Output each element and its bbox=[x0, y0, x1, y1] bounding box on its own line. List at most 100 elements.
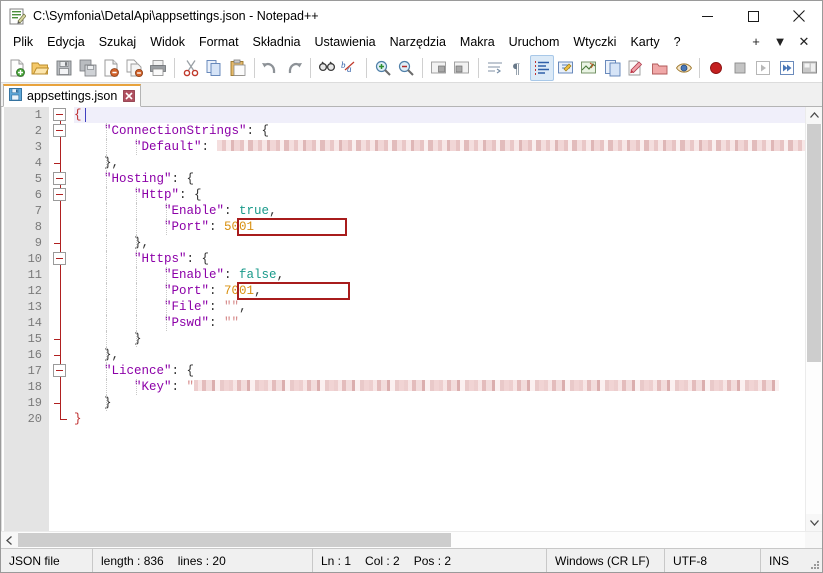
fold-toggle-box[interactable] bbox=[53, 252, 66, 265]
line-number: 8 bbox=[34, 220, 42, 234]
menu-item-skladnia[interactable]: Składnia bbox=[246, 32, 308, 53]
macro-play-icon[interactable] bbox=[751, 55, 775, 81]
macro-save-icon[interactable] bbox=[799, 55, 823, 81]
menu-item-help[interactable]: ? bbox=[667, 32, 688, 53]
print-icon[interactable] bbox=[146, 55, 170, 81]
vertical-scroll-thumb[interactable] bbox=[807, 124, 821, 362]
line-numbers: 1 2 3 4 5 6 7 8 9 10 11 12 13 14 15 16 17 18 19 20 bbox=[2, 107, 49, 427]
token-str: " bbox=[186, 380, 195, 394]
line-number: 17 bbox=[27, 364, 42, 378]
token-punct: : bbox=[224, 204, 240, 218]
close-all-files-icon[interactable] bbox=[123, 55, 147, 81]
token-punct: : bbox=[209, 220, 225, 234]
code-line: "Port": 7001, bbox=[74, 283, 805, 299]
cut-icon[interactable] bbox=[179, 55, 203, 81]
saved-file-icon bbox=[9, 88, 22, 104]
macro-stop-icon[interactable] bbox=[728, 55, 752, 81]
fold-end-tick bbox=[54, 355, 60, 356]
line-number-gutter: 1 2 3 4 5 6 7 8 9 10 11 12 13 14 15 16 17 18 19 20 bbox=[2, 107, 49, 531]
folder-as-workspace-icon[interactable] bbox=[625, 55, 649, 81]
vertical-scrollbar[interactable] bbox=[805, 107, 822, 531]
menu-item-wtyczki[interactable]: Wtyczki bbox=[566, 32, 623, 53]
sync-horizontal-scroll-icon[interactable] bbox=[451, 55, 475, 81]
fold-toggle-box[interactable] bbox=[53, 364, 66, 377]
monitoring-icon[interactable] bbox=[648, 55, 672, 81]
status-col: Col : 2 bbox=[365, 553, 400, 568]
menu-item-karty[interactable]: Karty bbox=[623, 32, 666, 53]
menu-item-plik[interactable]: Plik bbox=[6, 32, 40, 53]
menu-item-uruchom[interactable]: Uruchom bbox=[502, 32, 567, 53]
minimize-button[interactable] bbox=[684, 1, 730, 31]
paste-icon[interactable] bbox=[226, 55, 250, 81]
function-list-icon[interactable] bbox=[601, 55, 625, 81]
code-content[interactable]: { "ConnectionStrings": { "Default": }, "… bbox=[71, 107, 805, 531]
editor-scroll-view[interactable]: 1 2 3 4 5 6 7 8 9 10 11 12 13 14 15 16 17 18 19 20 { "Conne… bbox=[2, 107, 805, 531]
redo-icon[interactable] bbox=[282, 55, 306, 81]
scroll-up-icon[interactable] bbox=[806, 107, 822, 124]
menu-item-szukaj[interactable]: Szukaj bbox=[92, 32, 144, 53]
vertical-scroll-track[interactable] bbox=[806, 124, 822, 514]
token-punct: : bbox=[224, 268, 240, 282]
save-icon[interactable] bbox=[52, 55, 76, 81]
line-number: 15 bbox=[27, 332, 42, 346]
maximize-button[interactable] bbox=[730, 1, 776, 31]
menu-right-controls: + ▼ ✕ bbox=[744, 34, 822, 50]
fold-margin[interactable] bbox=[49, 107, 71, 531]
menu-item-edycja[interactable]: Edycja bbox=[40, 32, 92, 53]
menu-bar: Plik Edycja Szukaj Widok Format Składnia… bbox=[1, 31, 822, 53]
sync-vertical-scroll-icon[interactable] bbox=[427, 55, 451, 81]
text-caret bbox=[84, 108, 86, 122]
find-icon[interactable] bbox=[315, 55, 339, 81]
scroll-left-icon[interactable] bbox=[1, 532, 18, 548]
horizontal-scroll-thumb[interactable] bbox=[18, 533, 451, 547]
tab-close-icon[interactable] bbox=[122, 90, 135, 103]
indent-guide-icon[interactable] bbox=[530, 54, 554, 81]
fold-toggle-box[interactable] bbox=[53, 188, 66, 201]
replace-icon[interactable]: b a bbox=[338, 55, 362, 81]
macro-record-icon[interactable] bbox=[704, 55, 728, 81]
indent-guide bbox=[106, 347, 108, 363]
horizontal-scroll-track[interactable] bbox=[18, 532, 805, 548]
scroll-down-icon[interactable] bbox=[806, 514, 822, 531]
menu-close-button[interactable]: ✕ bbox=[792, 34, 816, 50]
horizontal-scrollbar[interactable] bbox=[1, 531, 822, 548]
copy-icon[interactable] bbox=[203, 55, 227, 81]
tab-appsettings-json[interactable]: appsettings.json bbox=[3, 84, 142, 107]
menu-dropdown-button[interactable]: ▼ bbox=[768, 34, 792, 50]
notepad-plus-plus-icon bbox=[9, 8, 27, 25]
show-all-characters-icon[interactable]: ¶ bbox=[507, 55, 531, 81]
menu-item-makra[interactable]: Makra bbox=[453, 32, 502, 53]
macro-play-multiple-icon[interactable] bbox=[775, 55, 799, 81]
close-file-icon[interactable] bbox=[99, 55, 123, 81]
line-number: 3 bbox=[34, 140, 42, 154]
menu-item-narzedzia[interactable]: Narzędzia bbox=[383, 32, 453, 53]
new-file-icon[interactable] bbox=[5, 55, 29, 81]
show-document-map-icon[interactable] bbox=[577, 55, 601, 81]
zoom-out-icon[interactable] bbox=[394, 55, 418, 81]
save-all-icon[interactable] bbox=[76, 55, 100, 81]
status-insert-mode: INS bbox=[769, 553, 790, 568]
fold-toggle-box[interactable] bbox=[53, 124, 66, 137]
open-file-icon[interactable] bbox=[29, 55, 53, 81]
ui-user-defined-dialog-icon[interactable] bbox=[554, 55, 578, 81]
menu-item-format[interactable]: Format bbox=[192, 32, 246, 53]
word-wrap-icon[interactable] bbox=[483, 55, 507, 81]
menu-item-widok[interactable]: Widok bbox=[143, 32, 192, 53]
close-button[interactable] bbox=[776, 1, 822, 31]
fold-toggle-box[interactable] bbox=[53, 108, 66, 121]
menu-add-button[interactable]: + bbox=[744, 34, 768, 50]
indent-guide bbox=[166, 219, 168, 235]
undo-icon[interactable] bbox=[259, 55, 283, 81]
zoom-in-icon[interactable] bbox=[371, 55, 395, 81]
token-key: "File" bbox=[164, 300, 210, 314]
line-number: 1 bbox=[34, 108, 42, 122]
fold-toggle-box[interactable] bbox=[53, 172, 66, 185]
menu-item-ustawienia[interactable]: Ustawienia bbox=[308, 32, 383, 53]
resize-grip-icon[interactable] bbox=[806, 549, 822, 572]
token-str: "" bbox=[224, 300, 240, 314]
document-preview-icon[interactable] bbox=[672, 55, 696, 81]
